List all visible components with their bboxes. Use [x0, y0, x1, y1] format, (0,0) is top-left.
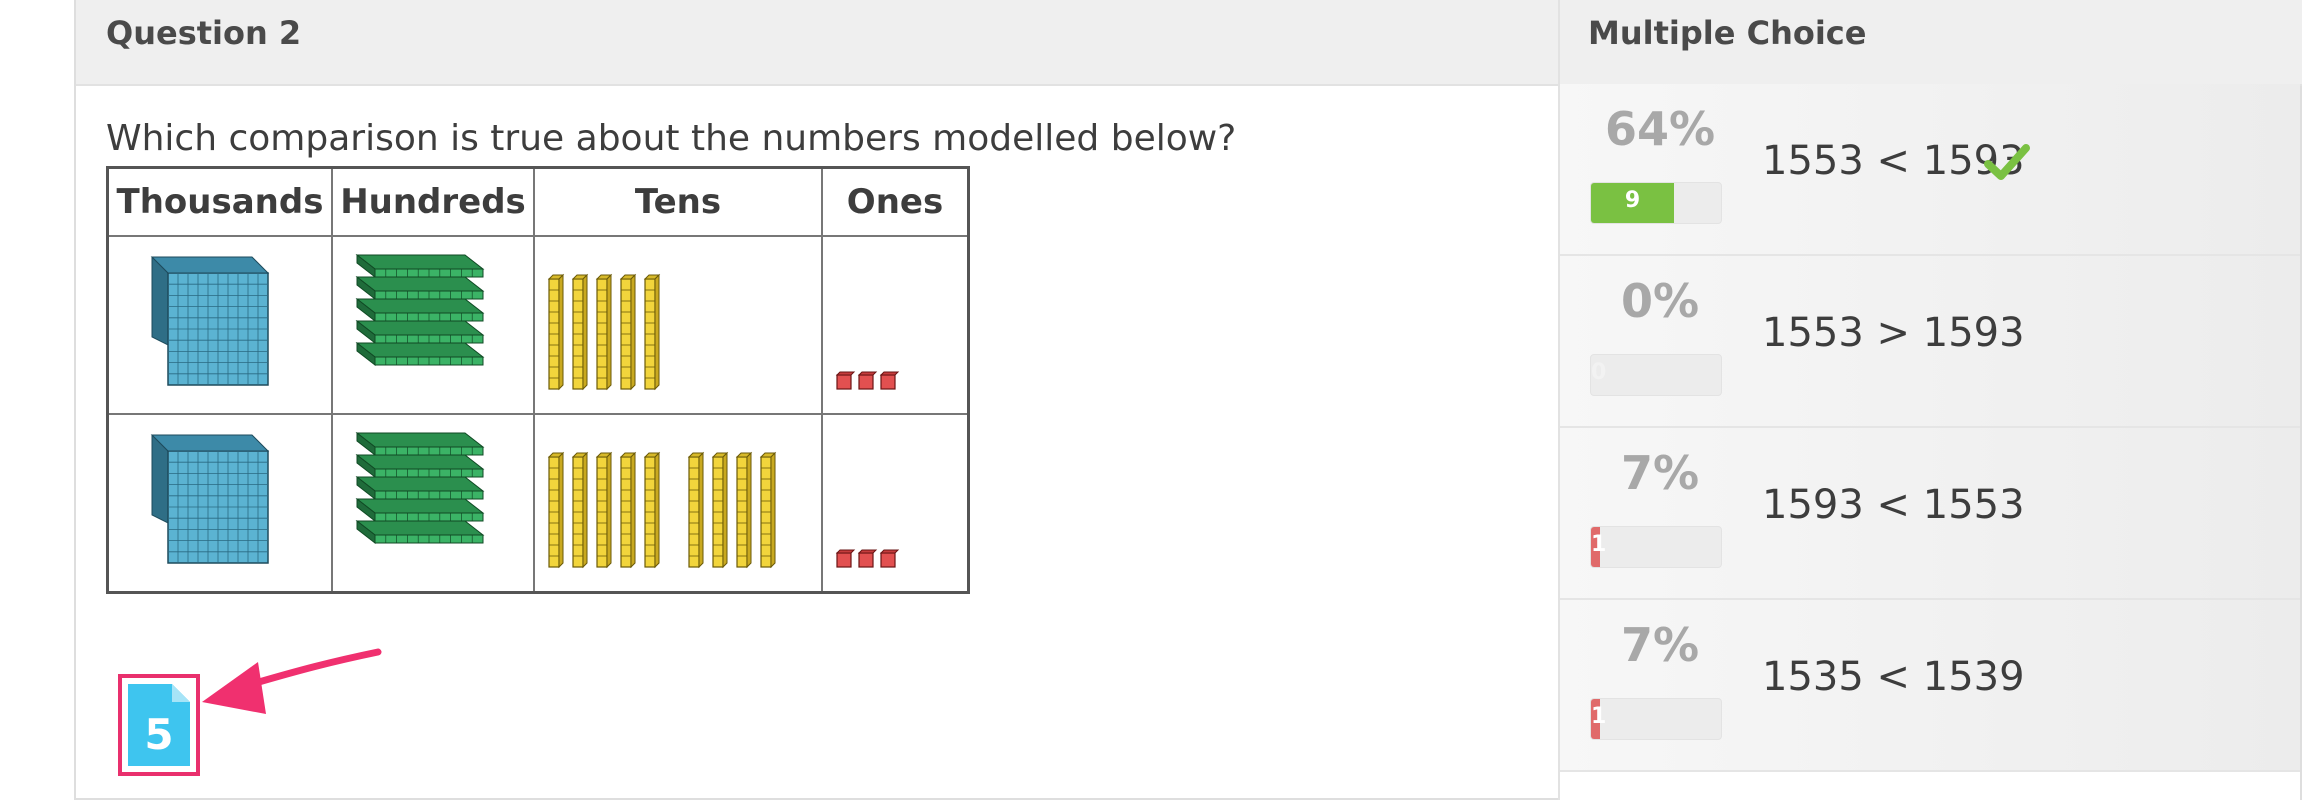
answers-header: Multiple Choice: [1558, 0, 2302, 86]
answers-title: Multiple Choice: [1588, 14, 1867, 52]
ten-rods: [547, 273, 661, 391]
header-tens: Tens: [533, 166, 823, 237]
choice-bar: 1: [1590, 698, 1722, 740]
ones-cell: [821, 235, 970, 415]
choice-percent: 7%: [1620, 618, 1700, 672]
hundred-flats-icon: [355, 253, 485, 367]
hundred-flats: [355, 253, 485, 367]
choice-percent: 0%: [1620, 274, 1700, 328]
ten-rods-icon: [547, 451, 777, 569]
ones-cell: [821, 413, 970, 594]
choice-text: 1553 > 1593: [1762, 310, 2025, 356]
header-thousands: Thousands: [106, 166, 333, 237]
choice-bar: 9: [1590, 182, 1722, 224]
thousand-cube: [150, 256, 270, 386]
question-header: Question 2: [76, 0, 1598, 86]
answer-choice[interactable]: 0% 0 1553 > 1593: [1560, 256, 2300, 428]
one-units-icon: [835, 549, 900, 568]
hundreds-cell: [331, 235, 535, 415]
badge-number: 5: [144, 710, 174, 759]
choice-count: 1: [1591, 532, 1607, 557]
table-row: [106, 235, 970, 415]
question-prompt: Which comparison is true about the numbe…: [106, 118, 1237, 159]
answer-choice[interactable]: 64% 9 1553 < 1593: [1560, 84, 2300, 256]
choice-count: 0: [1591, 360, 1607, 385]
one-units: [835, 371, 900, 390]
thousands-cell: [106, 235, 333, 415]
choice-count: 9: [1624, 188, 1641, 213]
choice-text: 1535 < 1539: [1762, 654, 2025, 700]
thousand-cube: [150, 434, 270, 564]
thousand-cube-icon: [150, 434, 270, 564]
thousand-cube-icon: [150, 256, 270, 386]
pointer-arrow-icon: [202, 648, 382, 714]
question-number-badge[interactable]: 5: [118, 674, 200, 776]
choice-percent: 64%: [1604, 102, 1716, 156]
table-header-row: Thousands Hundreds Tens Ones: [106, 166, 970, 237]
hundred-flats: [355, 431, 485, 545]
choice-bar: 1: [1590, 526, 1722, 568]
tens-cell: [533, 235, 823, 415]
one-units: [835, 549, 900, 568]
hundred-flats-icon: [355, 431, 485, 545]
choice-percent: 7%: [1620, 446, 1700, 500]
question-title: Question 2: [106, 14, 302, 52]
choice-text: 1593 < 1553: [1762, 482, 2025, 528]
header-ones: Ones: [821, 166, 970, 237]
choice-count: 1: [1591, 704, 1607, 729]
answer-choice[interactable]: 7% 1 1593 < 1553: [1560, 428, 2300, 600]
one-units-icon: [835, 371, 900, 390]
place-value-table: Thousands Hundreds Tens Ones: [106, 166, 970, 594]
ten-rods: [547, 451, 777, 569]
choice-bar: 0: [1590, 354, 1722, 396]
hundreds-cell: [331, 413, 535, 594]
checkmark-icon: [1984, 144, 2030, 180]
table-row: [106, 413, 970, 594]
answer-choice[interactable]: 7% 1 1535 < 1539: [1560, 600, 2300, 772]
thousands-cell: [106, 413, 333, 594]
tens-cell: [533, 413, 823, 594]
header-hundreds: Hundreds: [331, 166, 535, 237]
ten-rods-icon: [547, 273, 661, 391]
answers-list: 64% 9 1553 < 1593 0% 0 1553 > 1593 7% 1 …: [1558, 84, 2300, 800]
